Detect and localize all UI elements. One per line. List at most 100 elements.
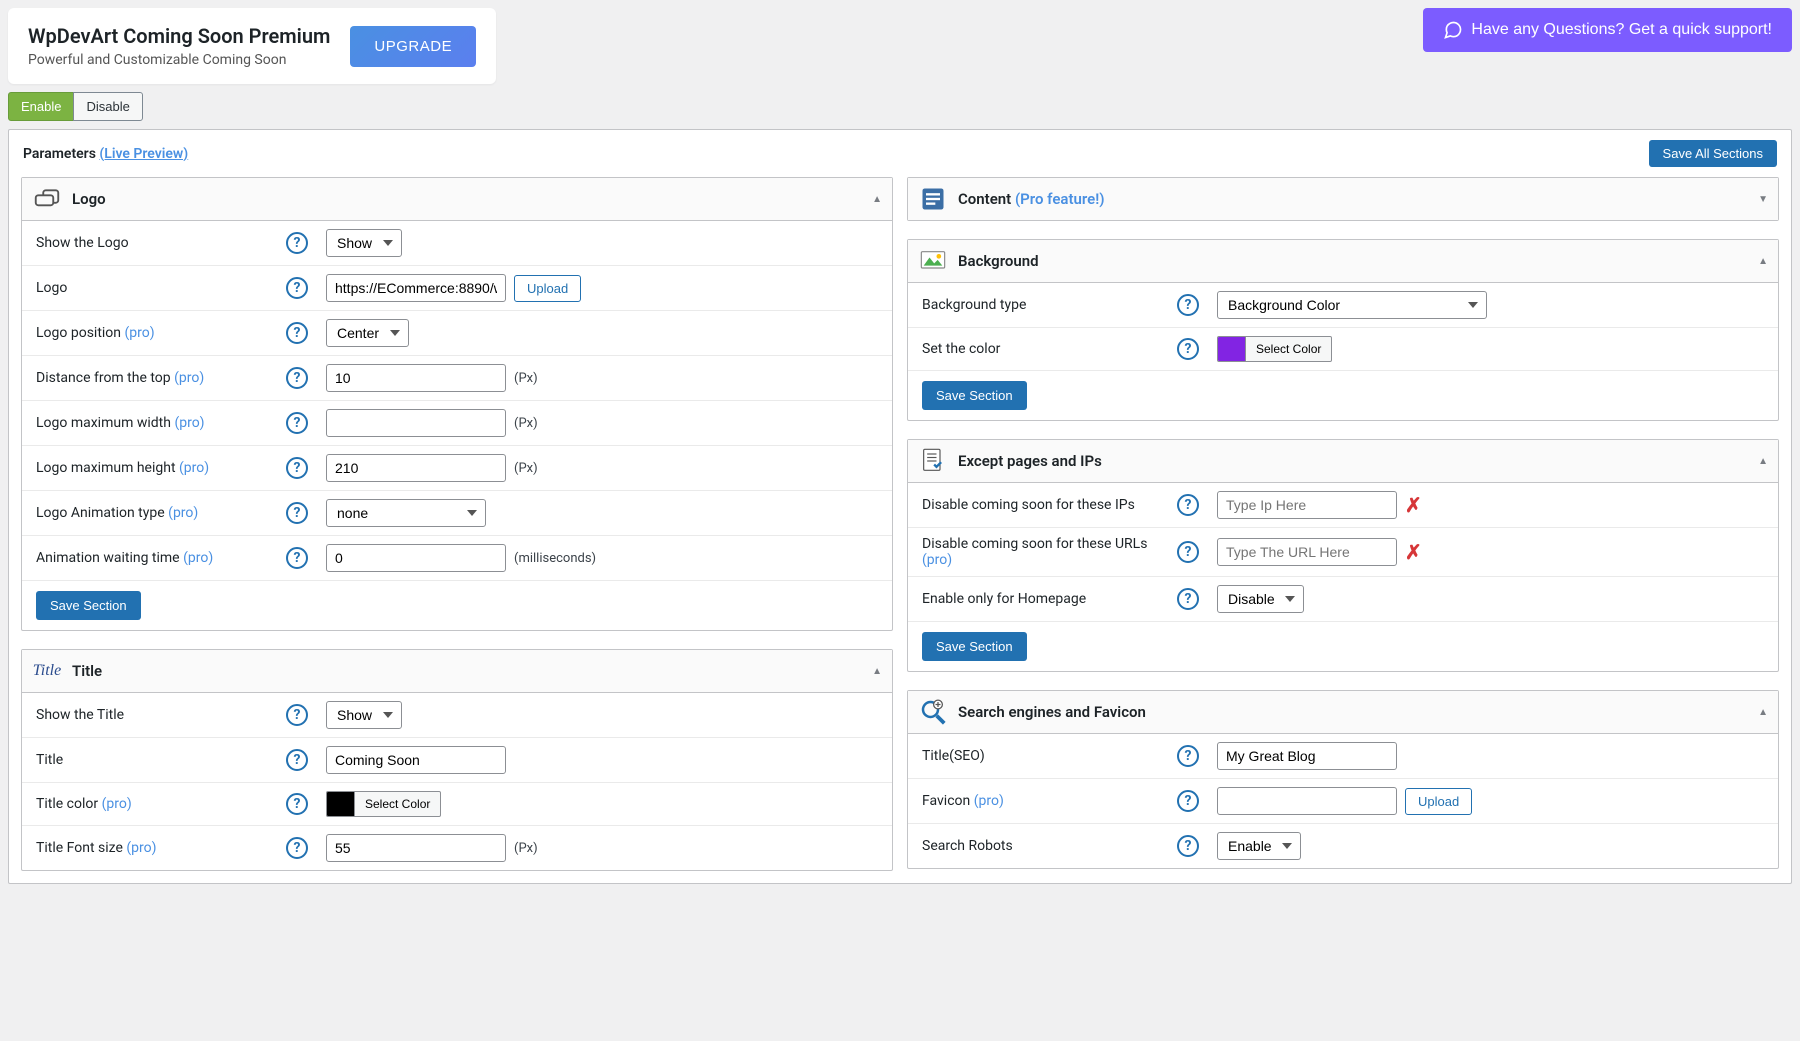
unit-ms: (milliseconds) (514, 551, 596, 566)
support-button[interactable]: Have any Questions? Get a quick support! (1423, 8, 1792, 52)
chat-icon (1443, 20, 1463, 40)
distance-top-label: Distance from the top (36, 370, 171, 386)
pro-tag: (pro) (168, 505, 198, 521)
save-logo-section-button[interactable]: Save Section (36, 591, 141, 620)
delete-url-icon[interactable]: ✗ (1405, 540, 1422, 564)
delete-ip-icon[interactable]: ✗ (1405, 493, 1422, 517)
help-icon[interactable]: ? (286, 232, 308, 254)
help-icon[interactable]: ? (286, 412, 308, 434)
seo-section: Search engines and Favicon ▲ Title(SEO) … (907, 690, 1779, 869)
title-select-color-button[interactable]: Select Color (355, 792, 440, 816)
help-icon[interactable]: ? (1177, 790, 1199, 812)
logo-anim-type-label: Logo Animation type (36, 505, 165, 521)
homepage-only-label: Enable only for Homepage (922, 591, 1177, 607)
help-icon[interactable]: ? (1177, 588, 1199, 610)
logo-position-label: Logo position (36, 325, 121, 341)
help-icon[interactable]: ? (286, 749, 308, 771)
pro-tag: (pro) (126, 840, 156, 856)
pro-feature-tag: (Pro feature!) (1015, 190, 1105, 208)
title-color-label: Title color (36, 796, 98, 812)
search-robots-label: Search Robots (922, 838, 1177, 854)
collapse-icon[interactable]: ▲ (1758, 456, 1768, 467)
logo-max-width-input[interactable] (326, 409, 506, 437)
help-icon[interactable]: ? (286, 502, 308, 524)
title-input[interactable] (326, 746, 506, 774)
show-title-select[interactable]: Show (326, 701, 402, 729)
upgrade-button[interactable]: UPGRADE (350, 26, 476, 67)
help-icon[interactable]: ? (1177, 745, 1199, 767)
show-logo-select[interactable]: Show (326, 229, 402, 257)
help-icon[interactable]: ? (1177, 494, 1199, 516)
title-font-size-input[interactable] (326, 834, 506, 862)
save-background-section-button[interactable]: Save Section (922, 381, 1027, 410)
logo-max-height-input[interactable] (326, 454, 506, 482)
logo-section-title: Logo (72, 190, 872, 208)
url-input[interactable] (1217, 538, 1397, 566)
pro-tag: (pro) (183, 550, 213, 566)
bg-select-color-button[interactable]: Select Color (1246, 337, 1331, 361)
help-icon[interactable]: ? (286, 277, 308, 299)
content-section: Content (Pro feature!) ▼ (907, 177, 1779, 221)
content-section-icon (918, 184, 948, 214)
logo-position-select[interactable]: Center (326, 319, 409, 347)
logo-url-input[interactable] (326, 274, 506, 302)
logo-upload-button[interactable]: Upload (514, 275, 581, 302)
pro-tag: (pro) (125, 325, 155, 341)
logo-anim-type-select[interactable]: none (326, 499, 486, 527)
expand-icon[interactable]: ▼ (1758, 194, 1768, 205)
help-icon[interactable]: ? (1177, 294, 1199, 316)
unit-px: (Px) (514, 841, 538, 856)
help-icon[interactable]: ? (286, 322, 308, 344)
favicon-input[interactable] (1217, 787, 1397, 815)
collapse-icon[interactable]: ▲ (872, 666, 882, 677)
except-section-icon (918, 446, 948, 476)
ip-input[interactable] (1217, 491, 1397, 519)
panel-title: Parameters (23, 146, 96, 162)
bg-type-label: Background type (922, 297, 1177, 313)
bg-color-swatch[interactable] (1218, 337, 1246, 361)
enable-toggle[interactable]: Enable (8, 92, 74, 121)
title-section-title: Title (72, 662, 872, 680)
help-icon[interactable]: ? (1177, 541, 1199, 563)
disable-toggle[interactable]: Disable (73, 92, 142, 121)
help-icon[interactable]: ? (286, 793, 308, 815)
logo-max-height-label: Logo maximum height (36, 460, 176, 476)
logo-url-label: Logo (36, 280, 286, 296)
title-color-swatch[interactable] (327, 792, 355, 816)
support-button-label: Have any Questions? Get a quick support! (1471, 21, 1772, 39)
except-section-title: Except pages and IPs (958, 452, 1758, 470)
anim-wait-input[interactable] (326, 544, 506, 572)
live-preview-link[interactable]: (Live Preview) (99, 146, 188, 162)
favicon-upload-button[interactable]: Upload (1405, 788, 1472, 815)
collapse-icon[interactable]: ▲ (872, 194, 882, 205)
promo-subtitle: Powerful and Customizable Coming Soon (28, 52, 330, 68)
seo-section-icon (918, 697, 948, 727)
help-icon[interactable]: ? (286, 704, 308, 726)
bg-color-label: Set the color (922, 341, 1177, 357)
save-except-section-button[interactable]: Save Section (922, 632, 1027, 661)
help-icon[interactable]: ? (1177, 835, 1199, 857)
title-section-icon: Title (32, 656, 62, 686)
collapse-icon[interactable]: ▲ (1758, 707, 1768, 718)
pro-tag: (pro) (174, 370, 204, 386)
disable-urls-label: Disable coming soon for these URLs (922, 536, 1147, 552)
content-section-title: Content (958, 190, 1011, 208)
unit-px: (Px) (514, 461, 538, 476)
help-icon[interactable]: ? (286, 837, 308, 859)
title-seo-input[interactable] (1217, 742, 1397, 770)
promo-card: WpDevArt Coming Soon Premium Powerful an… (8, 8, 496, 84)
help-icon[interactable]: ? (286, 547, 308, 569)
help-icon[interactable]: ? (286, 367, 308, 389)
help-icon[interactable]: ? (286, 457, 308, 479)
save-all-button[interactable]: Save All Sections (1649, 140, 1777, 167)
seo-section-title: Search engines and Favicon (958, 703, 1758, 721)
anim-wait-label: Animation waiting time (36, 550, 180, 566)
collapse-icon[interactable]: ▲ (1758, 256, 1768, 267)
favicon-label: Favicon (922, 793, 970, 809)
help-icon[interactable]: ? (1177, 338, 1199, 360)
background-section-title: Background (958, 252, 1758, 270)
homepage-only-select[interactable]: Disable (1217, 585, 1304, 613)
distance-top-input[interactable] (326, 364, 506, 392)
search-robots-select[interactable]: Enable (1217, 832, 1301, 860)
bg-type-select[interactable]: Background Color (1217, 291, 1487, 319)
